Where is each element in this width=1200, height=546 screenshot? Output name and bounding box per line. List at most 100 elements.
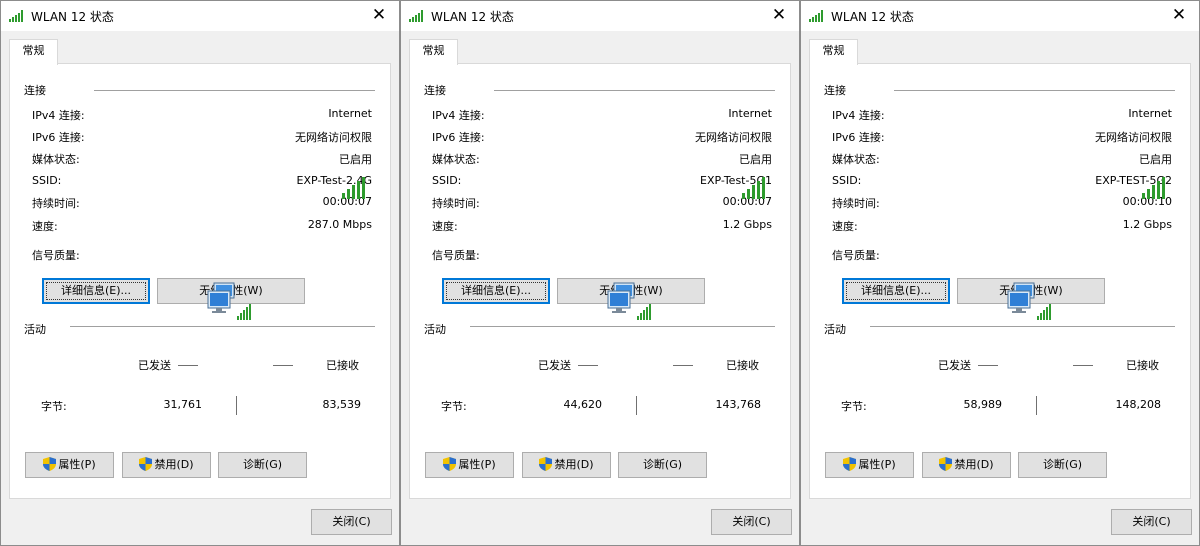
duration-label: 持续时间:	[32, 197, 80, 210]
received-dash	[1073, 365, 1093, 366]
close-icon[interactable]: ✕	[759, 1, 799, 31]
diagnose-button[interactable]: 诊断(G)	[618, 452, 707, 478]
bytes-label: 字节:	[441, 400, 467, 413]
signal-bar	[1157, 181, 1160, 199]
bytes-label: 字节:	[41, 400, 67, 413]
ipv6-label: IPv6 连接:	[832, 131, 885, 144]
tab-general[interactable]: 常规	[9, 39, 58, 65]
signal-bar	[342, 193, 345, 199]
ipv4-label: IPv4 连接:	[832, 109, 885, 122]
signal-bar	[1147, 189, 1150, 199]
group-label-activity: 活动	[424, 323, 446, 336]
speed-value: 1.2 Gbps	[1122, 218, 1172, 231]
details-button[interactable]: 详细信息(E)...	[842, 278, 950, 304]
uac-shield-icon	[539, 457, 553, 471]
duration-label: 持续时间:	[832, 197, 880, 210]
received-label: 已接收	[726, 359, 759, 372]
media-state-label: 媒体状态:	[432, 153, 480, 166]
sent-dash	[978, 365, 998, 366]
disable-button-label: 禁用(D)	[154, 458, 194, 471]
uac-shield-icon	[939, 457, 953, 471]
bytes-separator	[236, 396, 237, 415]
signal-bar	[742, 193, 745, 199]
group-label-connection: 连接	[24, 84, 46, 97]
ssid-label: SSID:	[832, 174, 862, 187]
signal-bar	[1162, 177, 1165, 199]
title-bar[interactable]: WLAN 12 状态 ✕	[1, 1, 399, 31]
signal-bar	[357, 181, 360, 199]
signal-bar	[1152, 185, 1155, 199]
ssid-label: SSID:	[32, 174, 62, 187]
media-state-value: 已启用	[339, 153, 372, 166]
close-button[interactable]: 关闭(C)	[1111, 509, 1192, 535]
disable-button-label: 禁用(D)	[554, 458, 594, 471]
disable-button-label: 禁用(D)	[954, 458, 994, 471]
close-icon[interactable]: ✕	[1159, 1, 1199, 31]
ipv4-value: Internet	[328, 107, 372, 120]
signal-bar	[352, 185, 355, 199]
ipv4-value: Internet	[1128, 107, 1172, 120]
ipv6-value: 无网络访问权限	[1095, 131, 1172, 144]
speed-label: 速度:	[32, 220, 58, 233]
diagnose-button[interactable]: 诊断(G)	[218, 452, 307, 478]
ipv4-label: IPv4 连接:	[32, 109, 85, 122]
status-dialog-2: WLAN 12 状态 ✕ 常规 连接 IPv4 连接: Internet IPv…	[400, 0, 800, 546]
ipv6-value: 无网络访问权限	[695, 131, 772, 144]
received-dash	[273, 365, 293, 366]
ipv4-value: Internet	[728, 107, 772, 120]
signal-bar	[757, 181, 760, 199]
close-icon[interactable]: ✕	[359, 1, 399, 31]
signal-bar	[362, 177, 365, 199]
diagnose-button[interactable]: 诊断(G)	[1018, 452, 1107, 478]
network-computers-icon	[1007, 282, 1051, 320]
group-divider-activity	[70, 326, 375, 327]
bytes-received-value: 83,539	[322, 398, 362, 411]
title-bar[interactable]: WLAN 12 状态 ✕	[801, 1, 1199, 31]
wifi-signal-icon	[9, 10, 23, 22]
media-state-label: 媒体状态:	[32, 153, 80, 166]
properties-button[interactable]: 属性(P)	[425, 452, 514, 478]
speed-label: 速度:	[832, 220, 858, 233]
group-divider-connection	[494, 90, 775, 91]
bytes-received-value: 143,768	[715, 398, 762, 411]
uac-shield-icon	[139, 457, 153, 471]
group-divider-activity	[870, 326, 1175, 327]
wifi-signal-icon	[409, 10, 423, 22]
ssid-label: SSID:	[432, 174, 462, 187]
network-computers-icon	[207, 282, 251, 320]
network-computers-icon	[607, 282, 651, 320]
uac-shield-icon	[843, 457, 857, 471]
tab-general[interactable]: 常规	[409, 39, 458, 65]
group-divider-connection	[94, 90, 375, 91]
details-button[interactable]: 详细信息(E)...	[42, 278, 150, 304]
received-dash	[673, 365, 693, 366]
signal-bar	[347, 189, 350, 199]
received-label: 已接收	[326, 359, 359, 372]
title-bar[interactable]: WLAN 12 状态 ✕	[401, 1, 799, 31]
tab-general[interactable]: 常规	[809, 39, 858, 65]
signal-bar	[747, 189, 750, 199]
bytes-separator	[1036, 396, 1037, 415]
close-button[interactable]: 关闭(C)	[711, 509, 792, 535]
disable-button[interactable]: 禁用(D)	[522, 452, 611, 478]
group-label-connection: 连接	[424, 84, 446, 97]
ipv4-label: IPv4 连接:	[432, 109, 485, 122]
signal-quality-label: 信号质量:	[32, 249, 80, 262]
bytes-label: 字节:	[841, 400, 867, 413]
close-button[interactable]: 关闭(C)	[311, 509, 392, 535]
group-divider-connection	[894, 90, 1175, 91]
signal-bar	[1142, 193, 1145, 199]
speed-label: 速度:	[432, 220, 458, 233]
properties-button[interactable]: 属性(P)	[825, 452, 914, 478]
received-label: 已接收	[1126, 359, 1159, 372]
disable-button[interactable]: 禁用(D)	[922, 452, 1011, 478]
sent-dash	[578, 365, 598, 366]
details-button[interactable]: 详细信息(E)...	[442, 278, 550, 304]
uac-shield-icon	[443, 457, 457, 471]
disable-button[interactable]: 禁用(D)	[122, 452, 211, 478]
sent-label: 已发送	[938, 359, 971, 372]
properties-button[interactable]: 属性(P)	[25, 452, 114, 478]
sent-label: 已发送	[538, 359, 571, 372]
properties-button-label: 属性(P)	[458, 458, 496, 471]
signal-bar	[762, 177, 765, 199]
